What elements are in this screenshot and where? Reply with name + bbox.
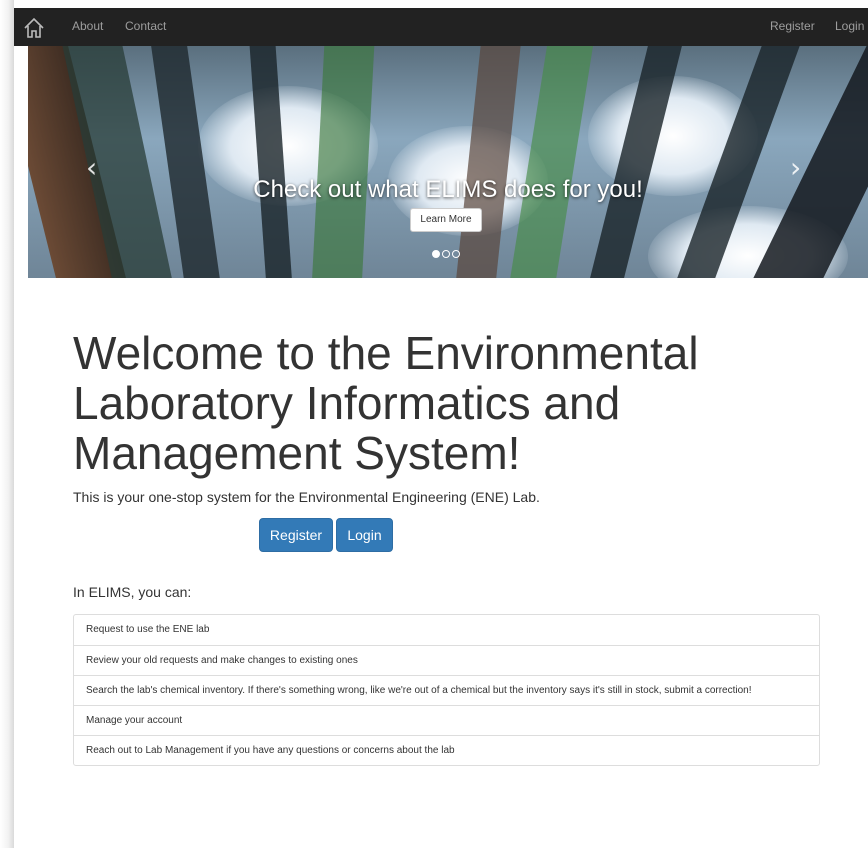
nav-about-link[interactable]: About xyxy=(72,19,103,33)
carousel-indicator[interactable] xyxy=(432,250,440,258)
nav-contact-link[interactable]: Contact xyxy=(125,19,166,33)
register-button[interactable]: Register xyxy=(259,518,333,552)
page-subtitle: This is your one-stop system for the Env… xyxy=(73,489,540,505)
navbar: About Contact Register Login xyxy=(14,8,868,46)
list-item: Request to use the ENE lab xyxy=(86,624,210,635)
home-icon[interactable] xyxy=(22,16,46,40)
learn-more-button[interactable]: Learn More xyxy=(410,208,482,232)
carousel-indicator[interactable] xyxy=(442,250,450,258)
page-title: Welcome to the Environmental Laboratory … xyxy=(73,327,699,479)
nav-login-link[interactable]: Login xyxy=(835,19,864,33)
list-item: Manage your account xyxy=(74,705,819,735)
carousel-image-building xyxy=(310,46,376,278)
hero-carousel: ‹ › Check out what ELIMS does for you! L… xyxy=(28,46,868,278)
page: About Contact Register Login ‹ › Check o… xyxy=(14,8,868,848)
carousel-indicators xyxy=(431,245,461,258)
list-item: Reach out to Lab Management if you have … xyxy=(74,735,819,765)
window-shadow xyxy=(0,0,14,848)
carousel-indicator[interactable] xyxy=(452,250,460,258)
features-title: In ELIMS, you can: xyxy=(73,584,192,600)
list-item: Search the lab's chemical inventory. If … xyxy=(74,675,819,705)
features-list: Request to use the ENE lab Review your o… xyxy=(73,614,820,766)
carousel-caption: Check out what ELIMS does for you! xyxy=(253,176,643,203)
nav-register-link[interactable]: Register xyxy=(770,19,815,33)
list-item: Review your old requests and make change… xyxy=(74,645,819,675)
login-button[interactable]: Login xyxy=(336,518,393,552)
